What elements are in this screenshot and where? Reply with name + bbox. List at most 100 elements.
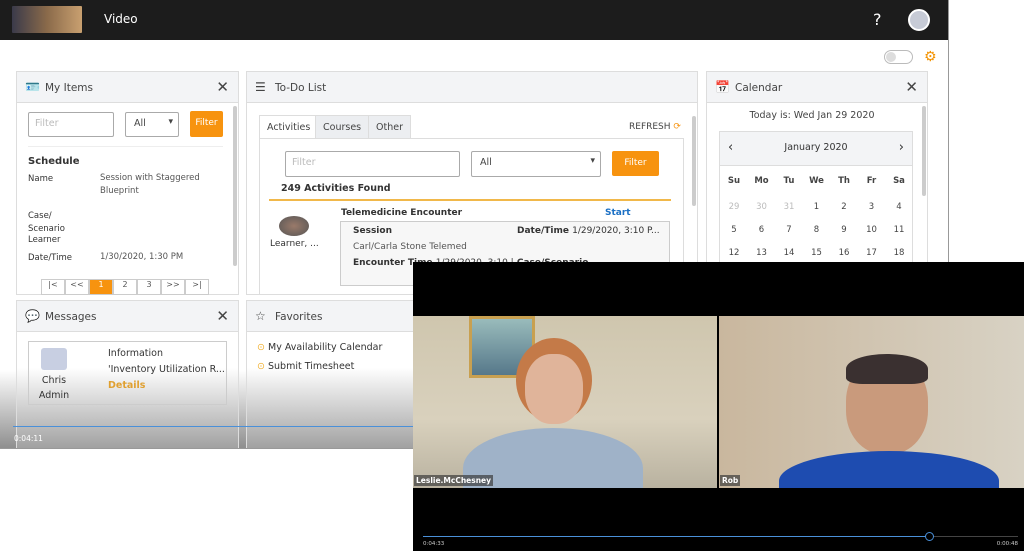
tab-activities[interactable]: Activities (259, 115, 319, 139)
calendar-day[interactable]: 12 (720, 248, 748, 258)
panel-title: My Items (45, 82, 93, 94)
top-bar: Video ? (0, 0, 948, 40)
calendar-day[interactable]: 16 (830, 248, 858, 258)
filter-input[interactable]: Filter (285, 151, 460, 177)
today-label: Today is: Wed Jan 29 2020 (749, 110, 875, 121)
page-button[interactable]: 3 (137, 279, 161, 295)
field-value: 1/30/2020, 1:30 PM (100, 252, 184, 262)
panel-title: Messages (45, 311, 97, 323)
scrollbar[interactable] (233, 106, 237, 266)
calendar-day[interactable]: 1 (803, 202, 831, 212)
favorite-item[interactable]: ⊙ Submit Timesheet (257, 357, 382, 376)
refresh-button[interactable]: REFRESH ⟳ (629, 122, 681, 132)
close-icon[interactable]: ✕ (216, 307, 229, 325)
learner-name: Learner, ... (270, 239, 319, 249)
field-label: Case/ Scenario (28, 211, 65, 234)
weekday-header: Sa (893, 176, 905, 186)
page-button[interactable]: 1 (89, 279, 113, 295)
page-button[interactable]: >> (161, 279, 185, 295)
calendar-day[interactable]: 10 (858, 225, 886, 235)
results-count: 249 Activities Found (281, 183, 391, 194)
help-icon[interactable]: ? (873, 10, 882, 29)
details-link[interactable]: Details (108, 380, 145, 391)
tab-other[interactable]: Other (368, 115, 411, 139)
schedule-heading: Schedule (28, 156, 80, 167)
calendar-day[interactable]: 7 (775, 225, 803, 235)
month-label: January 2020 (784, 142, 848, 153)
toggle-switch[interactable] (884, 50, 913, 64)
video-thumbnail[interactable] (12, 6, 82, 33)
participant-name: Leslie.McChesney (414, 475, 494, 486)
elapsed-time: 0:04:33 (423, 541, 445, 547)
playback-time: 0:04:11 (14, 434, 43, 443)
weekday-header: Mo (754, 176, 769, 186)
calendar-day[interactable]: 18 (885, 248, 913, 258)
message-subject: 'Inventory Utilization R... (108, 364, 225, 375)
message-card[interactable]: Chris Admin Information 'Inventory Utiliz… (28, 341, 227, 405)
calendar-day[interactable]: 15 (803, 248, 831, 258)
start-link[interactable]: Start (605, 208, 631, 218)
weekday-header: Fr (866, 176, 877, 186)
participant-name: Rob (720, 475, 741, 486)
calendar-day[interactable]: 31 (775, 202, 803, 212)
calendar-day[interactable]: 13 (748, 248, 776, 258)
tab-courses[interactable]: Courses (315, 115, 370, 139)
seek-handle[interactable] (924, 532, 934, 541)
weekday-header: Su (727, 176, 741, 186)
calendar-day[interactable]: 4 (885, 202, 913, 212)
filter-button[interactable]: Filter (612, 151, 659, 176)
close-icon[interactable]: ✕ (905, 78, 918, 96)
sender-name: Chris (41, 375, 67, 386)
message-type: Information (108, 348, 163, 359)
scrollbar[interactable] (922, 106, 926, 196)
user-avatar[interactable] (908, 9, 930, 31)
video-player: Leslie.McChesney Rob 0:04:33 0:00:48 (413, 262, 1024, 551)
panel-title: Favorites (275, 311, 323, 323)
calendar-day[interactable]: 6 (748, 225, 776, 235)
field-label: Learner (28, 235, 61, 245)
gear-icon[interactable]: ⚙ (924, 49, 937, 65)
panel-title: Calendar (735, 82, 783, 94)
calendar-day[interactable]: 11 (885, 225, 913, 235)
list-icon: ☰ (255, 80, 266, 94)
calendar-day[interactable]: 8 (803, 225, 831, 235)
filter-input[interactable]: Filter (28, 112, 114, 137)
datetime-label: Date/Time (517, 226, 569, 236)
field-label: Name (28, 174, 54, 184)
type-select[interactable]: All (471, 151, 601, 177)
scrollbar[interactable] (692, 116, 696, 206)
page-button[interactable]: |< (41, 279, 65, 295)
calendar-day[interactable]: 14 (775, 248, 803, 258)
page-button[interactable]: 2 (113, 279, 137, 295)
session-value: Carl/Carla Stone Telemed (353, 242, 467, 252)
calendar-day[interactable]: 17 (858, 248, 886, 258)
datetime-value: 1/29/2020, 3:10 P... (572, 226, 660, 236)
calendar-day[interactable]: 5 (720, 225, 748, 235)
my-items-panel: 🪪 My Items ✕ Filter All Filter Schedule Na… (16, 71, 239, 295)
star-icon: ☆ (255, 309, 266, 323)
close-icon[interactable]: ✕ (216, 78, 229, 96)
filter-button[interactable]: Filter (190, 111, 223, 137)
calendar-day[interactable]: 30 (748, 202, 776, 212)
weekday-header: Th (838, 176, 850, 186)
weekday-header: We (809, 176, 824, 186)
refresh-icon: ⟳ (673, 122, 681, 132)
field-value: Session with Staggered Blueprint (100, 173, 200, 196)
learner-avatar (279, 216, 309, 236)
page-button[interactable]: >| (185, 279, 209, 295)
progress-bar[interactable] (13, 426, 413, 427)
message-icon: 💬 (25, 309, 40, 323)
calendar-day[interactable]: 2 (830, 202, 858, 212)
seek-bar[interactable] (423, 532, 1018, 541)
next-month-icon[interactable]: › (899, 140, 904, 155)
favorite-item[interactable]: ⊙ My Availability Calendar (257, 338, 382, 357)
calendar-day[interactable]: 3 (858, 202, 886, 212)
panel-title: To-Do List (275, 82, 327, 94)
page-button[interactable]: << (65, 279, 89, 295)
calendar-day[interactable]: 9 (830, 225, 858, 235)
type-select[interactable]: All (125, 112, 179, 137)
calendar-day[interactable]: 29 (720, 202, 748, 212)
app-title: Video (104, 12, 138, 26)
arrow-circle-icon: ⊙ (257, 361, 265, 372)
participant-video: Rob (719, 316, 1024, 488)
